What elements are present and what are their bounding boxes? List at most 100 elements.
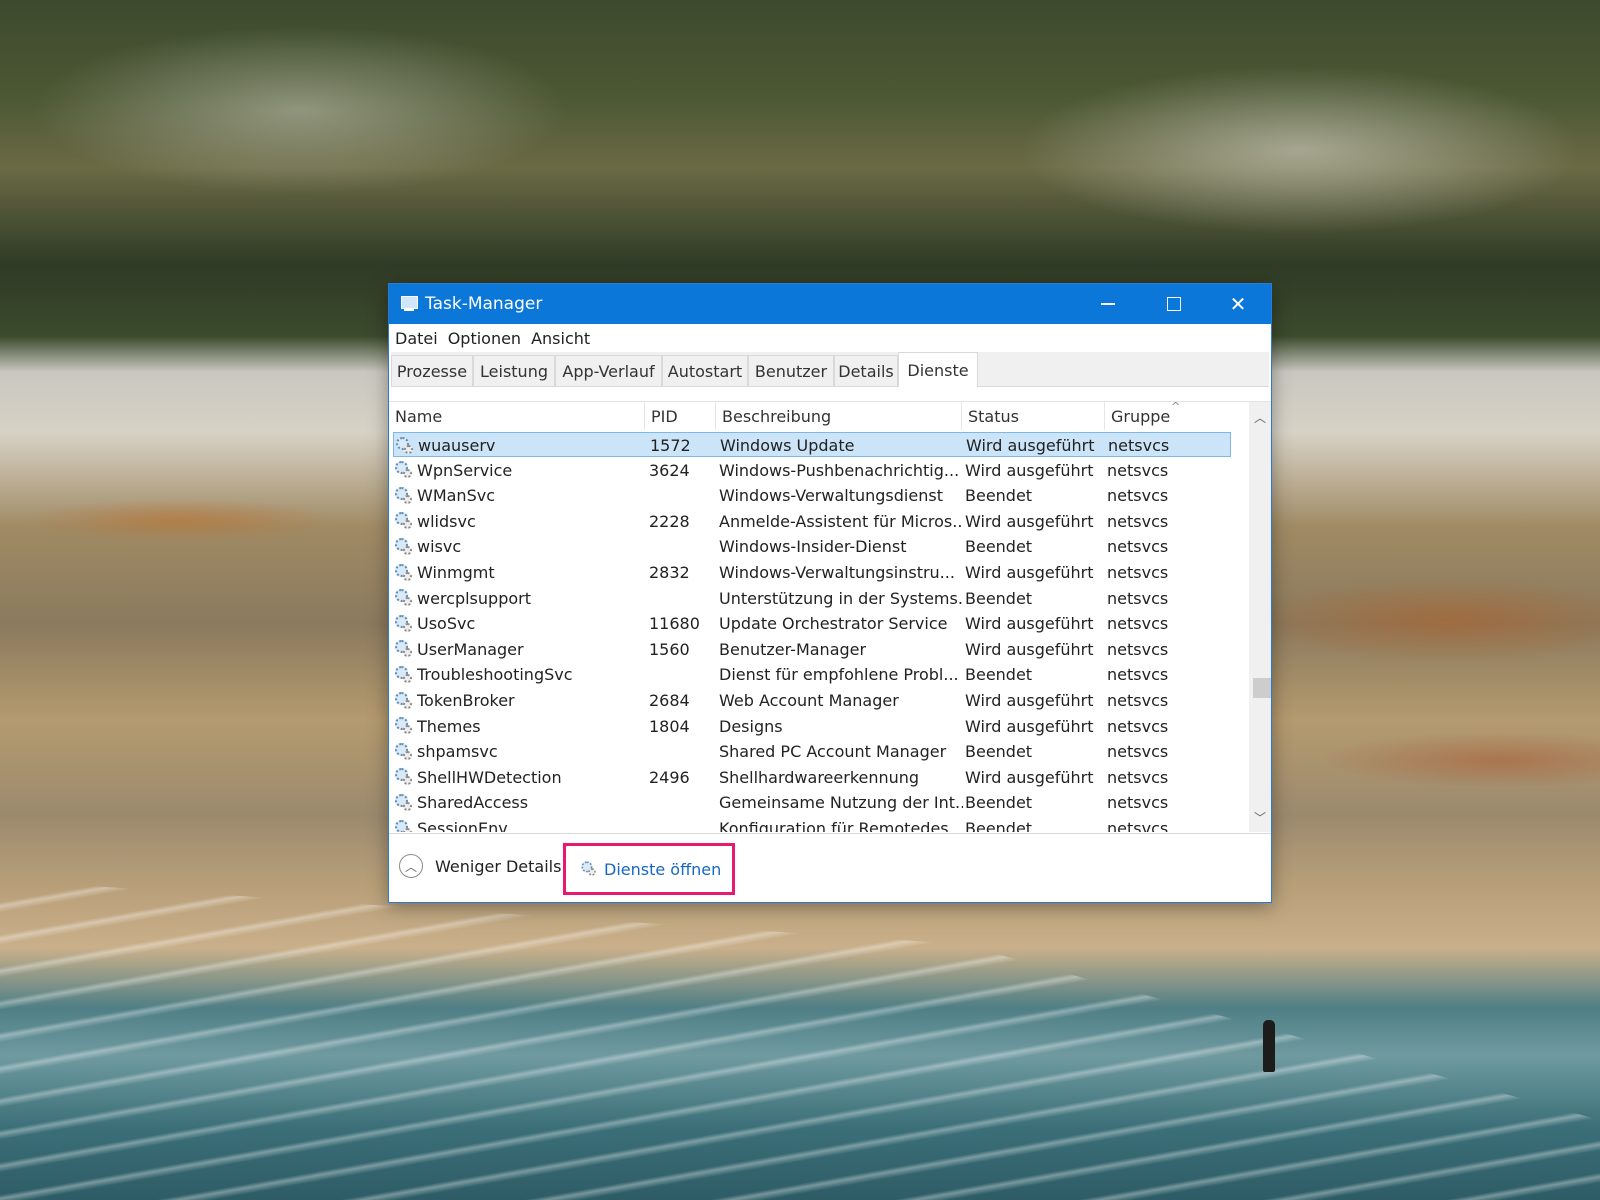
minimize-button[interactable] bbox=[1075, 284, 1141, 324]
cell-pid: 1560 bbox=[649, 639, 690, 659]
tab-app-verlauf[interactable]: App-Verlauf bbox=[555, 355, 662, 386]
service-gear-icon bbox=[395, 691, 413, 710]
cell-pid bbox=[649, 483, 717, 508]
services-table: Name PID Beschreibung Status Gruppe ^ wu… bbox=[389, 402, 1271, 832]
cell-desc: Designs bbox=[719, 716, 783, 736]
wallpaper-person-silhouette bbox=[1263, 1020, 1275, 1072]
table-row[interactable]: wlidsvc 2228 Anmelde-Assistent für Micros.… bbox=[393, 509, 1231, 534]
maximize-button[interactable] bbox=[1141, 284, 1207, 324]
service-name: wlidsvc bbox=[417, 511, 476, 531]
cell-group: netsvcs bbox=[1107, 767, 1169, 787]
service-name: wuauserv bbox=[418, 436, 496, 455]
cell-status: Beendet bbox=[965, 537, 1033, 557]
cell-group: netsvcs bbox=[1107, 742, 1169, 762]
close-button[interactable]: ✕ bbox=[1205, 284, 1271, 324]
cell-name: shpamsvc bbox=[395, 739, 645, 764]
service-name: UsoSvc bbox=[417, 614, 476, 634]
task-manager-window: Task-Manager ✕ Datei Optionen Ansicht Pr… bbox=[388, 283, 1272, 903]
cell-name: SessionEnv bbox=[395, 816, 645, 832]
cell-group: netsvcs bbox=[1107, 639, 1169, 659]
cell-desc: Benutzer-Manager bbox=[719, 639, 867, 659]
cell-desc: Anmelde-Assistent für Micros... bbox=[719, 511, 963, 531]
service-gear-icon bbox=[395, 717, 413, 735]
service-name: TroubleshootingSvc bbox=[417, 665, 573, 685]
menu-bar: Datei Optionen Ansicht bbox=[389, 324, 1271, 352]
menu-optionen[interactable]: Optionen bbox=[448, 329, 521, 348]
table-row[interactable]: Winmgmt 2832 Windows-Verwaltungsinstru... W… bbox=[393, 560, 1231, 585]
table-row[interactable]: TokenBroker 2684 Web Account Manager Wird a… bbox=[393, 688, 1231, 713]
cell-pid: 2496 bbox=[649, 767, 690, 787]
table-row[interactable]: wisvc Windows-Insider-Dienst Beendet netsvc… bbox=[393, 534, 1231, 559]
cell-desc: Konfiguration für Remotedes... bbox=[719, 819, 963, 832]
table-row[interactable]: shpamsvc Shared PC Account Manager Beendet… bbox=[393, 739, 1231, 764]
cell-pid bbox=[649, 586, 717, 611]
service-gear-icon bbox=[395, 512, 413, 530]
table-row[interactable]: UserManager 1560 Benutzer-Manager Wird ausg… bbox=[393, 637, 1231, 662]
column-header-pid[interactable]: PID bbox=[645, 402, 716, 430]
tab-details[interactable]: Details bbox=[834, 355, 898, 386]
cell-group: netsvcs bbox=[1107, 793, 1169, 813]
menu-ansicht[interactable]: Ansicht bbox=[531, 329, 590, 348]
tab-leistung[interactable]: Leistung bbox=[473, 355, 555, 386]
service-gear-icon bbox=[395, 486, 413, 505]
less-details-button[interactable]: ︿ Weniger Details bbox=[399, 854, 561, 878]
cell-desc: Shellhardwareerkennung bbox=[719, 767, 920, 787]
service-gear-icon bbox=[396, 436, 414, 455]
vertical-scrollbar[interactable]: ︿ ﹀ bbox=[1249, 402, 1271, 832]
scroll-thumb[interactable] bbox=[1253, 678, 1271, 698]
column-header-status[interactable]: Status bbox=[962, 402, 1105, 430]
service-name: WpnService bbox=[417, 460, 513, 480]
scroll-down-arrow-icon[interactable]: ﹀ bbox=[1249, 806, 1271, 828]
menu-datei[interactable]: Datei bbox=[395, 329, 438, 348]
service-name: wisvc bbox=[417, 537, 462, 557]
cell-pid bbox=[649, 534, 717, 559]
tab-prozesse[interactable]: Prozesse bbox=[391, 355, 473, 386]
cell-pid bbox=[649, 790, 717, 815]
cell-pid: 11680 bbox=[649, 614, 700, 634]
task-manager-icon bbox=[399, 295, 419, 313]
table-row[interactable]: wuauserv 1572 Windows Update Wird ausgeführ… bbox=[393, 432, 1231, 457]
cell-desc: Update Orchestrator Service bbox=[719, 614, 948, 634]
service-name: Winmgmt bbox=[417, 563, 495, 582]
chevron-up-icon: ︿ bbox=[399, 854, 423, 878]
table-row[interactable]: TroubleshootingSvc Dienst für empfohlene … bbox=[393, 662, 1231, 687]
service-gear-icon bbox=[395, 537, 413, 556]
cell-status: Wird ausgeführt bbox=[965, 511, 1094, 531]
column-header-name[interactable]: Name bbox=[389, 402, 645, 430]
service-gear-icon bbox=[395, 614, 413, 633]
title-bar[interactable]: Task-Manager ✕ bbox=[389, 284, 1271, 324]
cell-status: Wird ausgeführt bbox=[965, 639, 1094, 659]
service-name: TokenBroker bbox=[417, 691, 515, 710]
cell-name: WpnService bbox=[395, 458, 645, 483]
table-row[interactable]: Themes 1804 Designs Wird ausgeführt netsvcs bbox=[393, 714, 1231, 739]
cell-desc: Windows-Verwaltungsinstru... bbox=[719, 563, 955, 582]
footer-bar: ︿ Weniger Details Dienste öffnen bbox=[389, 833, 1271, 902]
close-icon: ✕ bbox=[1229, 292, 1247, 316]
scroll-up-arrow-icon[interactable]: ︿ bbox=[1249, 406, 1271, 428]
cell-status: Wird ausgeführt bbox=[965, 563, 1094, 582]
service-name: UserManager bbox=[417, 639, 524, 659]
service-gear-icon bbox=[395, 461, 413, 479]
tab-dienste[interactable]: Dienste bbox=[898, 352, 978, 387]
cell-pid bbox=[649, 662, 717, 687]
column-header-description[interactable]: Beschreibung bbox=[716, 402, 962, 430]
open-services-link[interactable]: Dienste öffnen bbox=[563, 843, 735, 895]
table-row[interactable]: SessionEnv Konfiguration für Remotedes...… bbox=[393, 816, 1231, 832]
open-services-label: Dienste öffnen bbox=[604, 859, 722, 879]
tab-autostart[interactable]: Autostart bbox=[662, 355, 748, 386]
table-row[interactable]: SharedAccess Gemeinsame Nutzung der Int..… bbox=[393, 790, 1231, 815]
tab-bar: Prozesse Leistung App-Verlauf Autostart … bbox=[391, 352, 1269, 387]
table-row[interactable]: ShellHWDetection 2496 Shellhardwareerkennu… bbox=[393, 765, 1231, 790]
cell-status: Beendet bbox=[965, 819, 1033, 832]
service-gear-icon bbox=[395, 640, 413, 658]
cell-status: Wird ausgeführt bbox=[965, 691, 1094, 710]
tab-benutzer[interactable]: Benutzer bbox=[748, 355, 834, 386]
cell-name: ShellHWDetection bbox=[395, 765, 645, 790]
cell-group: netsvcs bbox=[1107, 588, 1169, 608]
table-row[interactable]: WpnService 3624 Windows-Pushbenachrichtig.… bbox=[393, 458, 1231, 483]
cell-group: netsvcs bbox=[1107, 563, 1169, 582]
table-row[interactable]: WManSvc Windows-Verwaltungsdienst Beendet n… bbox=[393, 483, 1231, 508]
table-row[interactable]: UsoSvc 11680 Update Orchestrator Service Wi… bbox=[393, 611, 1231, 636]
table-row[interactable]: wercplsupport Unterstützung in der System… bbox=[393, 586, 1231, 611]
service-gear-icon bbox=[395, 665, 413, 684]
